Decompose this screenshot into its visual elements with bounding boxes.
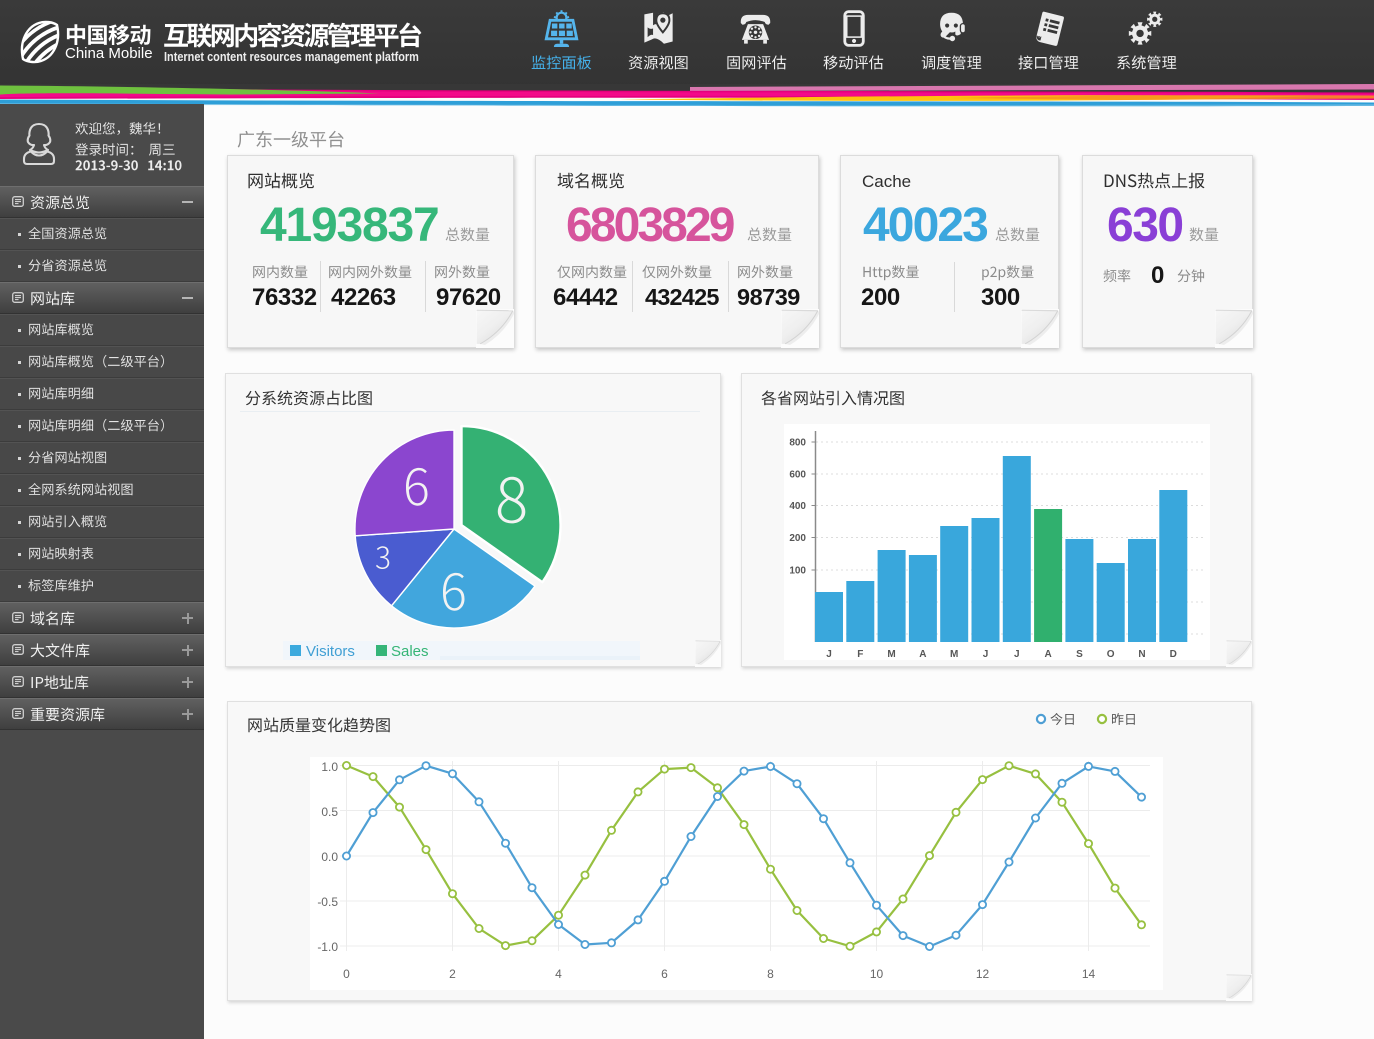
svg-text:600: 600 [789, 470, 806, 481]
svg-text:F: F [857, 649, 863, 660]
svg-text:J: J [1014, 649, 1020, 660]
svg-text:S: S [1076, 649, 1083, 660]
svg-text:O: O [1107, 649, 1115, 660]
svg-text:J: J [983, 649, 989, 660]
svg-text:100: 100 [789, 566, 806, 577]
svg-text:J: J [826, 649, 832, 660]
svg-text:D: D [1170, 649, 1177, 660]
svg-text:M: M [950, 649, 958, 660]
svg-text:N: N [1138, 649, 1145, 660]
svg-text:A: A [919, 649, 926, 660]
svg-text:200: 200 [789, 533, 806, 544]
svg-text:400: 400 [789, 501, 806, 512]
svg-text:800: 800 [789, 438, 806, 449]
svg-text:M: M [887, 649, 895, 660]
svg-text:A: A [1044, 649, 1051, 660]
